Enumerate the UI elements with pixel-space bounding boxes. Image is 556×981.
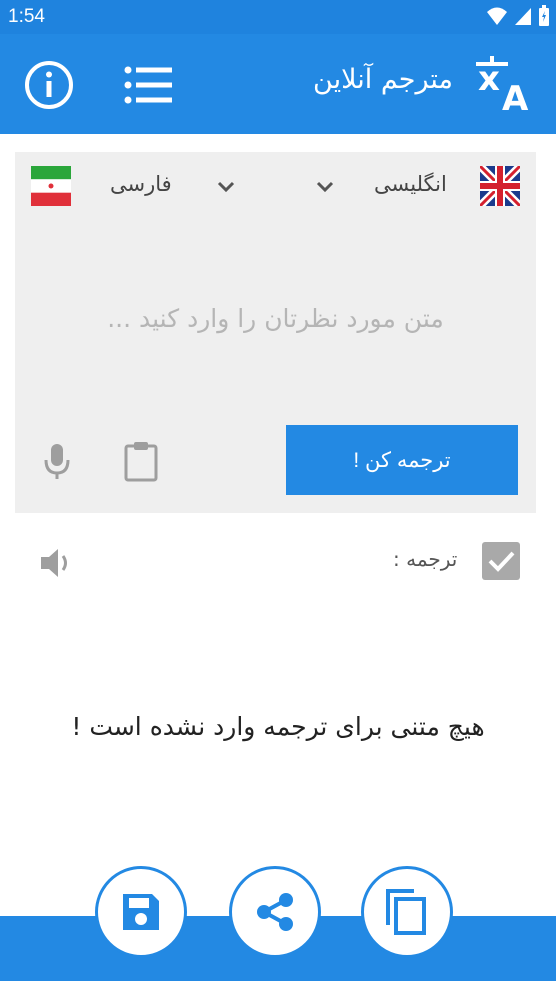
app-title: مترجم آنلاین	[313, 64, 453, 95]
translate-icon: x A	[476, 56, 529, 112]
chevron-down-icon[interactable]	[315, 180, 335, 194]
status-icons	[486, 5, 550, 27]
uk-flag-icon[interactable]	[480, 166, 520, 206]
share-icon	[257, 893, 293, 931]
iran-flag-icon[interactable]	[31, 166, 71, 206]
app-bar: مترجم آنلاین x A	[0, 34, 556, 134]
status-time: 1:54	[8, 6, 45, 27]
svg-text:A: A	[502, 79, 529, 112]
translation-label: ترجمه :	[393, 547, 458, 571]
checkmark-icon	[488, 551, 515, 572]
save-button[interactable]	[95, 866, 187, 958]
chevron-down-icon[interactable]	[216, 180, 236, 194]
battery-icon	[539, 5, 549, 26]
result-checkbox[interactable]	[482, 542, 520, 580]
cellular-signal-icon	[515, 8, 531, 25]
info-icon[interactable]	[23, 59, 75, 111]
share-button[interactable]	[229, 866, 321, 958]
wifi-icon	[487, 7, 507, 25]
translate-button[interactable]: ترجمه کن !	[286, 425, 518, 495]
save-icon	[123, 894, 159, 930]
list-menu-icon[interactable]	[122, 62, 174, 108]
paste-clipboard-icon[interactable]	[123, 440, 159, 482]
source-language-label[interactable]: انگلیسی	[374, 172, 447, 196]
microphone-icon[interactable]	[43, 442, 71, 480]
text-input[interactable]: متن مورد نظرتان را وارد کنید ...	[15, 304, 536, 333]
copy-button[interactable]	[361, 866, 453, 958]
copy-icon	[386, 889, 426, 935]
empty-translation-message: هیچ متنی برای ترجمه وارد نشده است !	[71, 712, 485, 741]
speaker-icon[interactable]	[38, 544, 76, 582]
target-language-label[interactable]: فارسی	[110, 172, 172, 196]
status-bar: 1:54	[0, 0, 556, 34]
input-card: انگلیسی فارسی متن مورد نظرتان را وارد کن…	[15, 152, 536, 513]
